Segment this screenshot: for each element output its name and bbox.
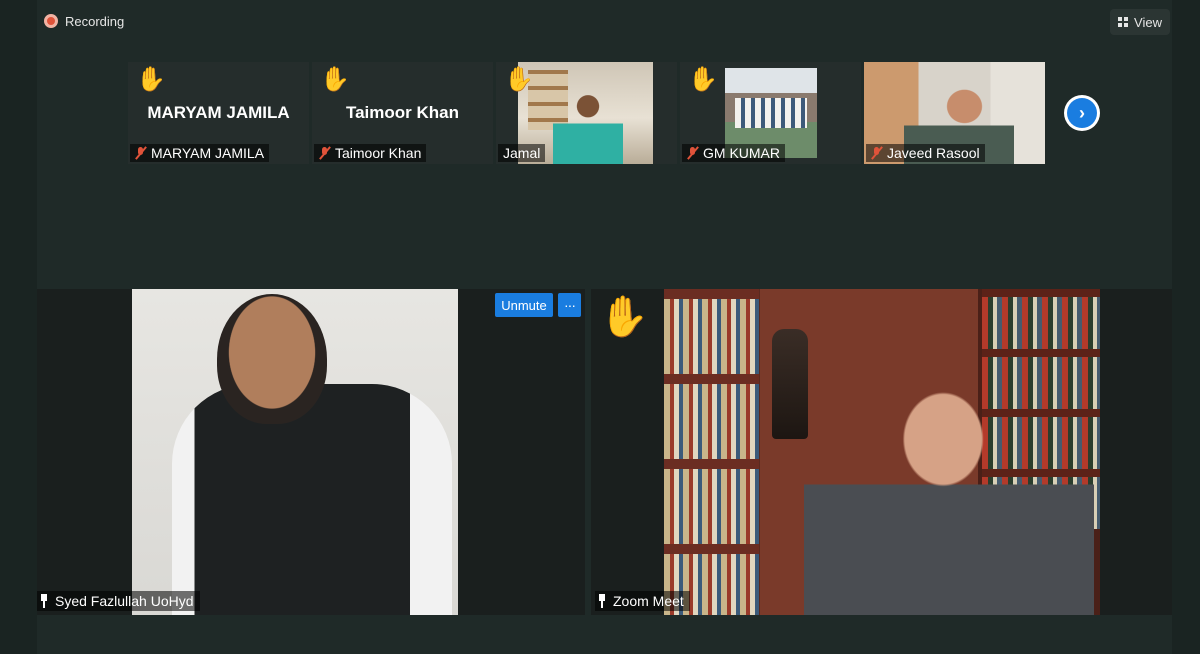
participant-label: Taimoor Khan [314,144,427,162]
recording-label: Recording [65,13,125,29]
unmute-button[interactable]: Unmute [495,293,553,317]
participant-label: MARYAM JAMILA [130,144,270,162]
view-button[interactable]: View [1110,9,1170,35]
participant-video [132,289,458,615]
participant-person [553,90,623,164]
recording-icon [44,14,58,28]
mic-off-icon [135,146,147,160]
grid-view-icon [1118,17,1129,27]
bookshelf-left [664,289,759,615]
raised-hand-icon: ✋ [320,66,350,93]
participant-name: GM KUMAR [703,145,780,161]
participant-name: Taimoor Khan [335,145,422,161]
participant-label: Zoom Meet [595,591,690,611]
speaker-tile-right[interactable]: ✋ Zoom Meet [591,289,1172,615]
raised-hand-icon: ✋ [504,66,534,93]
participant-name: Zoom Meet [613,593,684,609]
view-label: View [1134,14,1162,30]
mic-off-icon [687,146,699,160]
participant-tile[interactable]: ✋ GM KUMAR [680,62,861,164]
more-options-button[interactable]: ··· [558,293,581,317]
mic-off-icon [871,146,883,160]
participant-display-name: Taimoor Khan [345,103,460,122]
participant-display-name: MARYAM JAMILA [147,103,290,122]
participant-name: Jamal [503,145,541,161]
speaker-tile-left[interactable]: Unmute ··· Syed Fazlullah UoHyd [37,289,585,615]
pin-icon [39,594,49,608]
chevron-right-icon: › [1067,98,1097,128]
participant-person [804,364,1094,615]
participant-name: Syed Fazlullah UoHyd [55,593,194,609]
participant-head [217,294,327,424]
participant-body [172,384,452,615]
raised-hand-icon: ✋ [599,295,649,339]
raised-hand-icon: ✋ [136,66,166,93]
participant-tile[interactable]: ✋ MARYAM JAMILA MARYAM JAMILA [128,62,309,164]
participant-name: Javeed Rasool [887,145,980,161]
participant-video [664,289,1100,615]
next-page-button[interactable]: › [1064,95,1100,131]
participant-tile[interactable]: Javeed Rasool [864,62,1045,164]
pin-icon [597,594,607,608]
participant-label: Jamal [498,144,546,162]
participant-tile[interactable]: ✋ Jamal [496,62,677,164]
participant-label: Syed Fazlullah UoHyd [37,591,200,611]
participant-label: Javeed Rasool [866,144,985,162]
participant-tile[interactable]: ✋ Taimoor Khan Taimoor Khan [312,62,493,164]
recording-indicator[interactable]: Recording [44,11,124,31]
statue [772,329,808,439]
participant-strip: ✋ MARYAM JAMILA MARYAM JAMILA ✋ Taimoor … [128,62,1045,164]
mic-off-icon [319,146,331,160]
participant-name: MARYAM JAMILA [151,145,265,161]
raised-hand-icon: ✋ [688,66,718,93]
participant-label: GM KUMAR [682,144,785,162]
